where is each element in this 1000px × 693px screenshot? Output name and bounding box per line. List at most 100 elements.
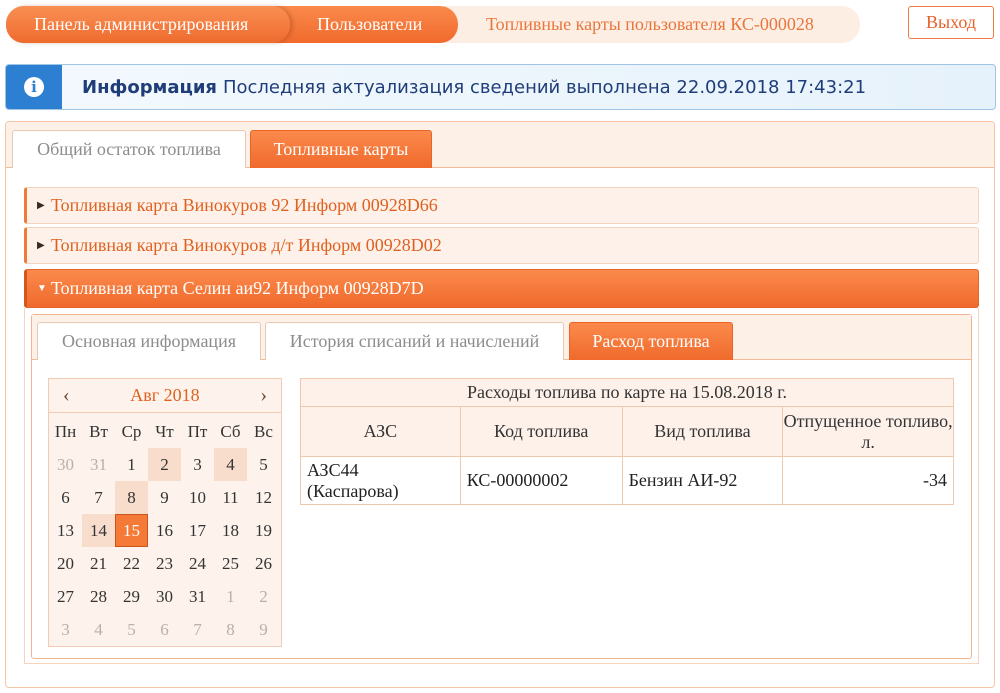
- calendar-day[interactable]: 9: [148, 481, 181, 514]
- calendar-month-label[interactable]: Авг 2018: [130, 385, 199, 406]
- column-header-fuel-code: Код топлива: [459, 406, 623, 457]
- calendar-day[interactable]: 3: [181, 448, 214, 481]
- info-alert: i Информация Последняя актуализация свед…: [5, 64, 996, 110]
- calendar-day[interactable]: 5: [247, 448, 280, 481]
- calendar-day[interactable]: 30: [49, 448, 82, 481]
- date-picker: ‹ Авг 2018 › Пн Вт Ср Чт Пт Сб Вс 30 31 …: [48, 378, 282, 647]
- calendar-day[interactable]: 6: [49, 481, 82, 514]
- fuel-card-header-1[interactable]: ▶ Топливная карта Винокуров 92 Информ 00…: [24, 187, 979, 224]
- calendar-day-highlighted[interactable]: 4: [214, 448, 247, 481]
- calendar-day[interactable]: 7: [82, 481, 115, 514]
- weekday-label: Вс: [254, 421, 273, 441]
- calendar-day[interactable]: 2: [247, 580, 280, 613]
- card-details-panel: Основная информация История списаний и н…: [31, 314, 972, 659]
- calendar-day[interactable]: 1: [214, 580, 247, 613]
- station-address: (Каспарова): [307, 480, 399, 501]
- next-month-button[interactable]: ›: [260, 384, 267, 407]
- calendar-header: ‹ Авг 2018 ›: [49, 379, 281, 413]
- calendar-day[interactable]: 23: [148, 547, 181, 580]
- calendar-week: 13 14 15 16 17 18 19: [49, 514, 281, 547]
- fuel-card-header-2[interactable]: ▶ Топливная карта Винокуров д/т Информ 0…: [24, 227, 979, 264]
- table-caption: Расходы топлива по карте на 15.08.2018 г…: [300, 378, 954, 407]
- caret-down-icon: ▼: [37, 283, 47, 294]
- breadcrumb-admin-label: Панель администрирования: [34, 14, 249, 34]
- calendar-day-highlighted[interactable]: 8: [115, 481, 148, 514]
- calendar-day[interactable]: 4: [82, 613, 115, 646]
- calendar-day[interactable]: 20: [49, 547, 82, 580]
- fuel-card-title-1: Топливная карта Винокуров 92 Информ 0092…: [51, 195, 438, 215]
- calendar-day[interactable]: 21: [82, 547, 115, 580]
- card-tabbar: Основная информация История списаний и н…: [32, 315, 971, 360]
- prev-month-button[interactable]: ‹: [63, 384, 70, 407]
- calendar-day[interactable]: 1: [115, 448, 148, 481]
- tab-fuel-consumption[interactable]: Расход топлива: [569, 322, 733, 360]
- main-panel: Общий остаток топлива Топливные карты ▶ …: [5, 121, 995, 688]
- calendar-day[interactable]: 7: [181, 613, 214, 646]
- fuel-card-header-3[interactable]: ▼ Топливная карта Селин аи92 Информ 0092…: [24, 269, 979, 308]
- fuel-consumption-table: Расходы топлива по карте на 15.08.2018 г…: [300, 378, 954, 505]
- tab-total-fuel-balance[interactable]: Общий остаток топлива: [12, 130, 246, 168]
- calendar-day[interactable]: 11: [214, 481, 247, 514]
- column-header-fuel-type: Вид топлива: [621, 406, 784, 457]
- calendar-day[interactable]: 17: [181, 514, 214, 547]
- calendar-day[interactable]: 3: [49, 613, 82, 646]
- alert-icon-box: i: [6, 65, 62, 109]
- calendar-day[interactable]: 26: [247, 547, 280, 580]
- calendar-day[interactable]: 8: [214, 613, 247, 646]
- breadcrumb-admin-panel[interactable]: Панель администрирования: [6, 6, 290, 43]
- calendar-week: 20 21 22 23 24 25 26: [49, 547, 281, 580]
- table-row: АЗС44 (Каспарова) КС-00000002 Бензин АИ-…: [300, 456, 954, 505]
- calendar-day[interactable]: 28: [82, 580, 115, 613]
- calendar-day[interactable]: 19: [247, 514, 280, 547]
- calendar-day[interactable]: 30: [148, 580, 181, 613]
- weekday-label: Пт: [187, 421, 208, 441]
- caret-right-icon: ▶: [37, 200, 45, 211]
- calendar-day[interactable]: 6: [148, 613, 181, 646]
- calendar-day[interactable]: 31: [82, 448, 115, 481]
- weekday-label: Сб: [220, 421, 241, 441]
- tab-history[interactable]: История списаний и начислений: [265, 322, 564, 360]
- breadcrumb: Топливные карты пользователя КС-000028 П…: [6, 6, 860, 43]
- calendar-week: 30 31 1 2 3 4 5: [49, 448, 281, 481]
- calendar-day[interactable]: 13: [49, 514, 82, 547]
- calendar-day[interactable]: 29: [115, 580, 148, 613]
- column-header-station: АЗС: [300, 406, 461, 457]
- calendar-day-highlighted[interactable]: 2: [148, 448, 181, 481]
- weekday-label: Вт: [89, 421, 108, 441]
- calendar-week: 6 7 8 9 10 11 12: [49, 481, 281, 514]
- calendar-day[interactable]: 9: [247, 613, 280, 646]
- calendar-day[interactable]: 27: [49, 580, 82, 613]
- alert-title: Информация: [82, 76, 217, 98]
- calendar-day[interactable]: 22: [115, 547, 148, 580]
- station-name: АЗС44: [307, 459, 359, 480]
- calendar-week: 27 28 29 30 31 1 2: [49, 580, 281, 613]
- weekday-label: Пн: [54, 421, 77, 441]
- calendar-day[interactable]: 5: [115, 613, 148, 646]
- fuel-card-title-2: Топливная карта Винокуров д/т Информ 009…: [51, 235, 442, 255]
- weekday-label: Ср: [121, 421, 142, 441]
- calendar-day[interactable]: 10: [181, 481, 214, 514]
- calendar-day[interactable]: 24: [181, 547, 214, 580]
- calendar-day[interactable]: 16: [148, 514, 181, 547]
- calendar-day[interactable]: 25: [214, 547, 247, 580]
- column-header-quantity: Отпущенное топливо, л.: [782, 406, 954, 457]
- info-icon: i: [24, 77, 44, 97]
- main-tabbar: Общий остаток топлива Топливные карты: [6, 122, 994, 168]
- calendar-day-selected[interactable]: 15: [115, 514, 148, 547]
- calendar-day[interactable]: 12: [247, 481, 280, 514]
- cell-station: АЗС44 (Каспарова): [300, 456, 461, 505]
- calendar-weekdays: Пн Вт Ср Чт Пт Сб Вс: [49, 415, 281, 448]
- caret-right-icon: ▶: [37, 240, 45, 251]
- weekday-label: Чт: [155, 421, 174, 441]
- tab-main-info[interactable]: Основная информация: [37, 322, 261, 360]
- breadcrumb-current-label: Топливные карты пользователя КС-000028: [486, 14, 814, 34]
- fuel-card-body: Основная информация История списаний и н…: [24, 308, 979, 664]
- calendar-day[interactable]: 18: [214, 514, 247, 547]
- exit-button[interactable]: Выход: [908, 6, 994, 39]
- alert-text: Информация Последняя актуализация сведен…: [82, 65, 866, 109]
- tab-fuel-cards[interactable]: Топливные карты: [250, 130, 432, 168]
- calendar-day[interactable]: 31: [181, 580, 214, 613]
- calendar-day-highlighted[interactable]: 14: [82, 514, 115, 547]
- calendar-grid: Пн Вт Ср Чт Пт Сб Вс 30 31 1 2 3 4 5 6 7…: [49, 415, 281, 646]
- cell-fuel-type: Бензин АИ-92: [621, 456, 784, 505]
